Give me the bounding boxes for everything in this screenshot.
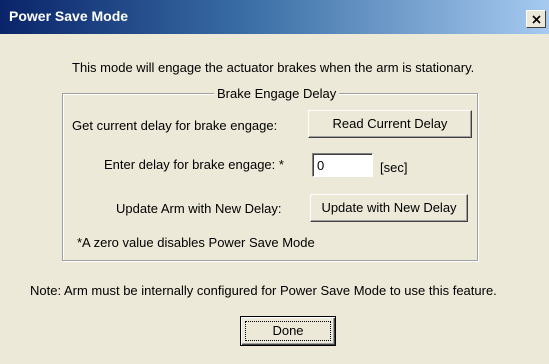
- delay-input[interactable]: [312, 153, 373, 177]
- current-delay-label: Get current delay for brake engage:: [72, 118, 278, 133]
- close-button[interactable]: [526, 10, 546, 28]
- focus-ring: [245, 321, 331, 341]
- done-button[interactable]: Done: [240, 316, 336, 346]
- configuration-note: Note: Arm must be internally configured …: [30, 283, 497, 298]
- mode-description: This mode will engage the actuator brake…: [72, 60, 475, 75]
- group-legend: Brake Engage Delay: [214, 86, 340, 102]
- update-arm-label: Update Arm with New Delay:: [116, 201, 282, 216]
- read-current-delay-button[interactable]: Read Current Delay: [308, 110, 472, 138]
- update-with-new-delay-button[interactable]: Update with New Delay: [310, 194, 468, 222]
- delay-unit-label: [sec]: [380, 160, 408, 175]
- window-title: Power Save Mode: [9, 8, 129, 24]
- power-save-dialog: Power Save Mode This mode will engage th…: [0, 0, 549, 364]
- close-icon: [531, 14, 541, 24]
- enter-delay-label: Enter delay for brake engage: *: [104, 157, 284, 172]
- zero-value-footnote: *A zero value disables Power Save Mode: [77, 235, 315, 250]
- title-bar[interactable]: Power Save Mode: [0, 0, 549, 34]
